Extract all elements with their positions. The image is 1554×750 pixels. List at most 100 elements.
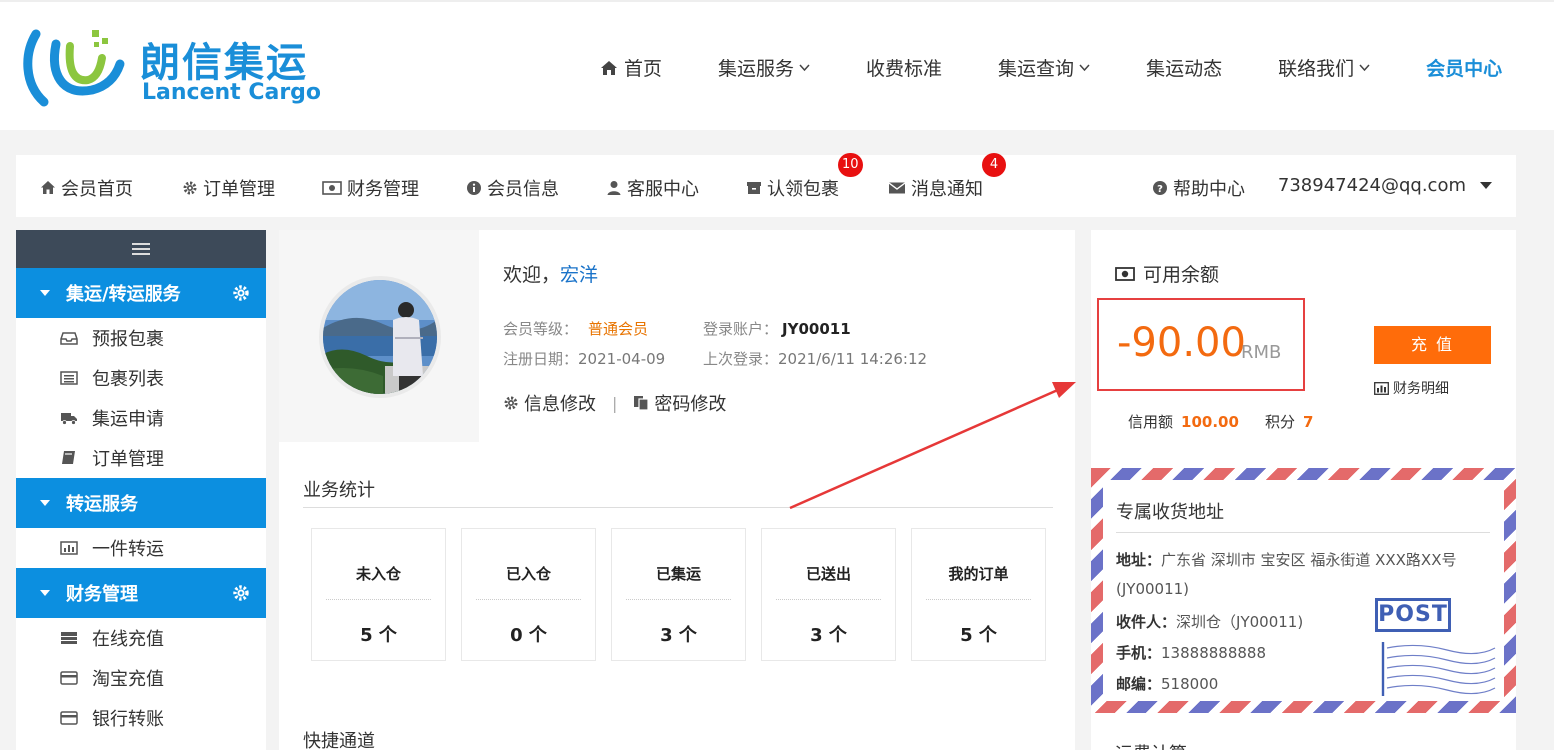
stat-card-value: 3 个 [660,625,697,646]
box-icon [747,182,761,194]
credit-limit-value: 100.00 [1181,413,1239,431]
gear-icon[interactable] [232,284,250,302]
member-nav-messages-label: 消息通知 [911,179,983,200]
post-stamp: POST [1375,598,1451,632]
member-nav-messages[interactable]: 消息通知 4 [888,153,1006,201]
nav-member-center-label: 会员中心 [1426,58,1503,80]
stats-divider [303,507,1053,508]
info-icon [467,181,481,195]
nav-news[interactable]: 集运动态 [1146,54,1222,81]
member-level-label: 会员等级： [503,320,579,338]
member-nav-claim[interactable]: 认领包裹 10 [746,153,863,201]
site-logo[interactable]: 朗信集运 Lancent Cargo [22,24,322,114]
sidebar-item-order-manage[interactable]: 订单管理 [16,438,266,478]
gear-icon [183,181,197,195]
credit-card-icon [60,671,78,685]
address-card: 专属收货地址 地址：广东省 深圳市 宝安区 福永街道 XXX路XX号 (JY00… [1103,480,1504,701]
address-envelope: 专属收货地址 地址：广东省 深圳市 宝安区 福永街道 XXX路XX号 (JY00… [1091,468,1516,713]
register-date-label: 注册日期： [503,350,579,368]
sidebar-item-label: 银行转账 [92,709,164,730]
caret-down-icon [40,500,50,506]
sidebar-item-bank-transfer[interactable]: 银行转账 [16,698,266,738]
points-value: 7 [1303,413,1314,431]
phone-line: 手机：13888888888 [1116,642,1266,663]
stat-card-divider [476,599,581,600]
stat-card-divider [626,599,731,600]
nav-pricing-label: 收费标准 [866,58,943,80]
member-nav-orders[interactable]: 订单管理 [182,175,275,201]
member-nav-info[interactable]: 会员信息 [466,175,559,201]
nav-services-label: 集运服务 [718,58,795,80]
recipient-line: 收件人：深圳仓（JY00011) [1116,611,1303,632]
avatar[interactable] [319,276,441,398]
member-level: 会员等级： 普通会员 [503,318,648,339]
member-nav-service[interactable]: 客服中心 [606,175,699,201]
postmark-lines-icon [1381,642,1496,696]
sidebar-item-consolidate-apply[interactable]: 集运申请 [16,398,266,438]
credit-card-icon [60,711,78,725]
sidebar-item-online-recharge[interactable]: 在线充值 [16,618,266,658]
welcome-text: 欢迎，宏洋 [503,260,598,287]
stat-card-my-orders[interactable]: 我的订单 5 个 [911,528,1046,661]
user-name[interactable]: 宏洋 [560,264,598,286]
nav-tracking[interactable]: 集运查询 [998,54,1090,81]
member-nav-home[interactable]: 会员首页 [40,175,133,201]
credit-limit: 信用额 100.00 [1128,411,1239,432]
welcome-prefix: 欢迎， [503,264,561,286]
nav-member-center[interactable]: 会员中心 [1426,54,1502,81]
points-label: 积分 [1265,413,1296,431]
site-header: 朗信集运 Lancent Cargo 首页 集运服务 收费标准 集运查询 集运动… [0,0,1554,130]
nav-contact-label: 联络我们 [1278,58,1355,80]
recipient-label: 收件人： [1116,613,1177,631]
sidebar-toggle[interactable] [16,230,266,268]
sidebar-item-taobao-recharge[interactable]: 淘宝充值 [16,658,266,698]
user-icon [607,181,621,195]
sidebar-item-single-forward[interactable]: 一件转运 [16,528,266,568]
address-label: 地址： [1116,551,1162,569]
stat-card-shipped[interactable]: 已送出 3 个 [761,528,896,661]
svg-text:?: ? [1157,184,1163,195]
member-nav-help[interactable]: ? 帮助中心 [1152,175,1245,201]
sidebar-group-consolidation[interactable]: 集运/转运服务 [16,268,266,318]
balance-title-label: 可用余额 [1143,264,1220,286]
bar-chart-icon [1374,381,1389,395]
edit-info-label: 信息修改 [524,394,596,415]
points: 积分 7 [1265,411,1313,432]
sidebar-group-label: 集运/转运服务 [66,284,181,305]
edit-info-link[interactable]: 信息修改 [503,390,596,416]
stat-card-label: 未入仓 [355,565,401,583]
nav-home[interactable]: 首页 [600,54,662,81]
gear-icon[interactable] [232,584,250,602]
login-account: 登录账户： JY00011 [703,318,851,339]
stat-card-value: 5 个 [960,625,997,646]
sidebar-item-package-list[interactable]: 包裹列表 [16,358,266,398]
sidebar-group-label: 转运服务 [66,494,138,515]
nav-services[interactable]: 集运服务 [718,54,810,81]
menu-icon [132,243,150,255]
stat-card-not-stored[interactable]: 未入仓 5 个 [311,528,446,661]
address-title: 专属收货地址 [1116,502,1224,523]
member-nav-finance[interactable]: 财务管理 [322,175,419,201]
edit-password-link[interactable]: 密码修改 [633,390,726,416]
nav-contact[interactable]: 联络我们 [1278,54,1370,81]
finance-detail-link[interactable]: 财务明细 [1374,378,1449,398]
sidebar-group-finance[interactable]: 财务管理 [16,568,266,618]
sidebar-item-forecast[interactable]: 预报包裹 [16,318,266,358]
balance-highlight-box: -90.00 RMB [1097,298,1305,391]
nav-pricing[interactable]: 收费标准 [866,54,942,81]
caret-down-icon [40,590,50,596]
stat-card-value: 3 个 [810,625,847,646]
member-nav-home-label: 会员首页 [61,179,133,200]
address-line: 地址：广东省 深圳市 宝安区 福永街道 XXX路XX号 [1116,549,1456,570]
stat-card-consolidated[interactable]: 已集运 3 个 [611,528,746,661]
nav-news-label: 集运动态 [1146,58,1223,80]
stat-card-stored[interactable]: 已入仓 0 个 [461,528,596,661]
sidebar-group-forwarding[interactable]: 转运服务 [16,478,266,528]
profile-links: 信息修改 | 密码修改 [503,390,726,416]
balance-title: 可用余额 [1115,260,1219,287]
recharge-button[interactable]: 充 值 [1374,326,1491,364]
sidebar-item-label: 在线充值 [92,629,164,650]
chevron-down-icon [1359,63,1370,71]
stat-card-divider [926,599,1031,600]
user-account-dropdown[interactable]: 738947424@qq.com [1278,175,1492,196]
